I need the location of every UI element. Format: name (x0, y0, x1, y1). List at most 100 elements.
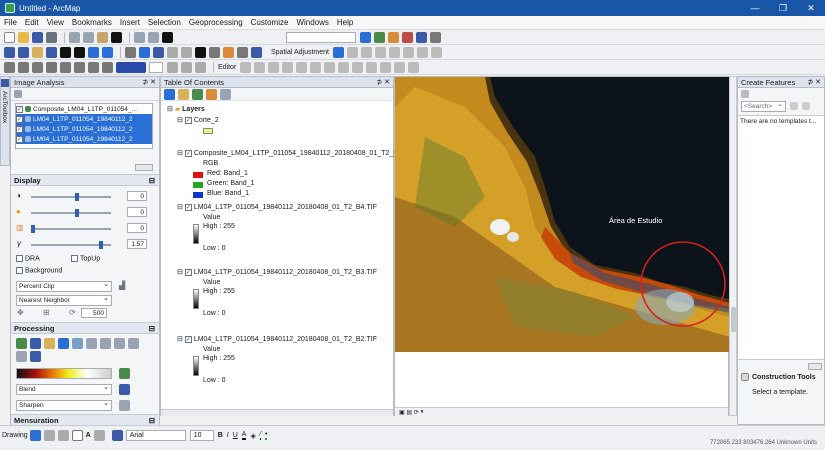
color-ramp-icon[interactable] (116, 61, 146, 73)
create-features-icon[interactable] (408, 61, 420, 73)
menu-bookmarks[interactable]: Bookmarks (72, 18, 112, 27)
colormap-icon[interactable] (30, 350, 41, 362)
view-link-table-icon[interactable] (416, 46, 428, 58)
resampling-select[interactable]: Nearest Neighbor (16, 294, 112, 306)
table-of-contents-icon[interactable] (374, 31, 385, 43)
multi-displacement-icon[interactable] (374, 46, 386, 58)
menu-selection[interactable]: Selection (148, 18, 181, 27)
font-select[interactable]: Arial (125, 430, 186, 441)
zoom-to-selected-icon[interactable] (57, 430, 69, 441)
raster-icon[interactable] (60, 61, 71, 73)
georeferencing-icon[interactable] (46, 61, 57, 73)
redo-icon[interactable] (148, 31, 159, 43)
end-point-arc-icon[interactable] (268, 61, 280, 73)
report-icon[interactable] (102, 61, 113, 73)
pan-icon[interactable] (32, 46, 43, 58)
back-icon[interactable] (88, 46, 99, 58)
toc-options-icon[interactable] (220, 88, 231, 100)
contrast-slider[interactable] (31, 209, 111, 217)
layer-b2[interactable]: ⊟ LM04_L1TP_011054_19840112_20180408_01_… (177, 335, 377, 343)
menu-insert[interactable]: Insert (120, 18, 140, 27)
arctoolbox-icon[interactable] (416, 31, 427, 43)
brightness-value[interactable]: 0 (127, 191, 147, 201)
text-tool-icon[interactable]: A (86, 432, 91, 439)
snapping-icon[interactable] (32, 61, 43, 73)
adjust-select-icon[interactable] (332, 46, 344, 58)
edit-tool-icon[interactable] (240, 61, 252, 73)
color-ramp-select[interactable] (16, 368, 112, 379)
map-vertical-scrollbar[interactable] (729, 76, 737, 416)
gamma-slider[interactable] (31, 241, 111, 249)
menu-edit[interactable]: Edit (25, 18, 39, 27)
layout-full-icon[interactable] (195, 61, 206, 73)
display-section-header[interactable]: Display ⊟ (11, 174, 159, 186)
corte-symbol[interactable] (203, 128, 213, 134)
transparency-slider[interactable] (31, 225, 111, 233)
forward-icon[interactable] (102, 46, 113, 58)
font-color-button[interactable]: A (241, 431, 247, 440)
layout-tool-icon[interactable] (18, 61, 29, 73)
b4-gradient-symbol[interactable] (193, 224, 199, 244)
italic-button[interactable]: I (227, 432, 229, 439)
maximize-button[interactable]: ❐ (769, 0, 797, 16)
undo-icon[interactable] (134, 31, 145, 43)
spatial-adjustment-menu[interactable]: Spatial Adjustment (271, 49, 329, 56)
font-size-select[interactable]: 10 (189, 430, 214, 441)
find-icon[interactable] (195, 46, 206, 58)
swipe-icon[interactable]: ✥ (17, 308, 24, 317)
background-checkbox[interactable]: Background (16, 267, 62, 274)
time-slider-icon[interactable] (237, 46, 248, 58)
new-identity-link-icon[interactable] (388, 46, 400, 58)
orthorectify-icon[interactable] (128, 337, 139, 349)
bold-button[interactable]: B (218, 432, 223, 439)
transparency-value[interactable]: 0 (127, 223, 147, 233)
blend-apply-icon[interactable] (119, 384, 130, 395)
sketch-properties-icon[interactable] (394, 61, 406, 73)
menu-help[interactable]: Help (337, 18, 353, 27)
cut-icon[interactable] (69, 31, 80, 43)
minimize-button[interactable]: — (741, 0, 769, 16)
list-expand-button[interactable] (135, 164, 153, 171)
menu-file[interactable]: File (4, 18, 17, 27)
sharpen-select[interactable]: Sharpen (16, 399, 112, 411)
modify-link-icon[interactable] (360, 46, 372, 58)
edit-vertices-drawing-icon[interactable] (93, 430, 105, 441)
layout-view-icon[interactable]: ▤ (406, 409, 412, 416)
mosaic-icon[interactable] (44, 337, 55, 349)
identify-icon[interactable] (153, 46, 164, 58)
paste-icon[interactable] (97, 31, 108, 43)
python-icon[interactable] (430, 31, 441, 43)
b2-gradient-symbol[interactable] (193, 356, 199, 376)
b3-gradient-symbol[interactable] (193, 289, 199, 309)
hillshade-icon[interactable] (100, 337, 111, 349)
pansharpen-icon[interactable] (16, 350, 27, 362)
new-limited-adjustment-icon[interactable] (402, 46, 414, 58)
zoom-in-icon[interactable] (4, 46, 15, 58)
layers-group[interactable]: ⊟ ▰ Layers (167, 105, 205, 113)
menu-geoprocessing[interactable]: Geoprocessing (189, 18, 243, 27)
flicker-rate-input[interactable]: 500 (81, 308, 107, 318)
refresh-icon[interactable]: ⟳ (69, 308, 76, 317)
close-button[interactable]: ✕ (797, 0, 825, 16)
catalog-icon[interactable] (388, 31, 399, 43)
composite-bands-icon[interactable] (58, 337, 69, 349)
hyperlink-icon[interactable] (167, 46, 178, 58)
split-icon[interactable] (352, 61, 364, 73)
ndvi-icon[interactable] (86, 337, 97, 349)
fixed-zoom-in-icon[interactable] (60, 46, 71, 58)
search-window-icon[interactable] (402, 31, 413, 43)
template-panel-expand[interactable] (808, 363, 822, 370)
editor-menu[interactable]: Editor (218, 64, 236, 71)
topup-checkbox[interactable]: TopUp (71, 255, 100, 262)
rotate-icon[interactable] (366, 61, 378, 73)
reshape-icon[interactable] (324, 61, 336, 73)
point-icon[interactable] (296, 61, 308, 73)
processing-section-header[interactable]: Processing ⊟ (11, 322, 159, 334)
sharpen-apply-icon[interactable] (119, 400, 130, 411)
clear-search-icon[interactable] (802, 102, 810, 110)
gamma-value[interactable]: 1.57 (127, 239, 147, 249)
underline-button[interactable]: U (233, 432, 238, 439)
save-icon[interactable] (32, 31, 43, 43)
options-icon[interactable] (14, 90, 22, 98)
pause-drawing-icon[interactable]: ⏸ (420, 409, 423, 416)
